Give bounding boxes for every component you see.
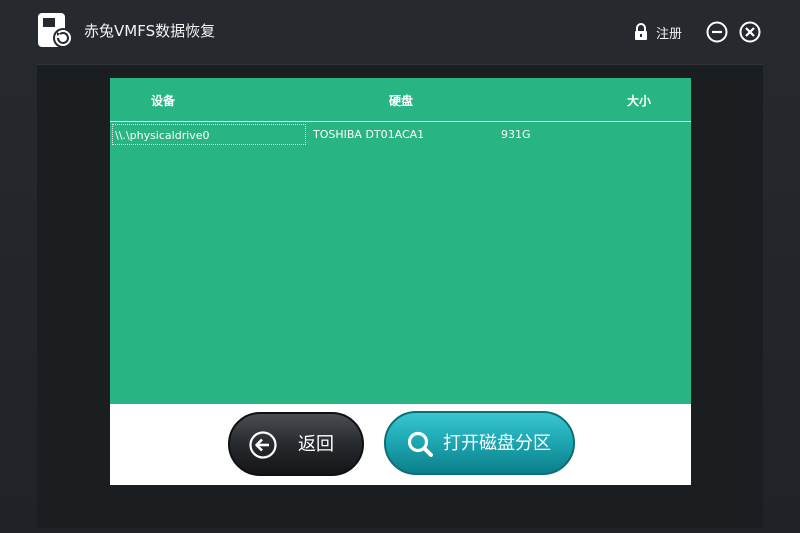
disk-restore-icon [38,13,73,48]
minimize-icon[interactable] [706,21,728,43]
register-button[interactable]: 注册 [634,20,682,44]
back-button[interactable]: 返回 [228,412,364,476]
cell-device: \\.\physicaldrive0 [112,124,306,145]
open-partition-label: 打开磁盘分区 [443,433,551,454]
table-header: 设备 硬盘 大小 [110,78,691,122]
close-icon[interactable] [739,21,761,43]
title-bar: 赤兔VMFS数据恢复 注册 [0,0,800,64]
app-window: 赤兔VMFS数据恢复 注册 设备 硬盘 大小 \\.\physicaldrive… [0,0,800,533]
disk-table: 设备 硬盘 大小 \\.\physicaldrive0 TOSHIBA DT01… [110,78,691,404]
back-button-label: 返回 [298,434,334,455]
open-partition-button[interactable]: 打开磁盘分区 [384,411,575,475]
cell-size: 931G [501,128,531,141]
search-icon [407,431,433,457]
cell-disk: TOSHIBA DT01ACA1 [313,128,425,141]
table-row[interactable]: \\.\physicaldrive0 TOSHIBA DT01ACA1 931G [110,123,691,147]
lock-icon [635,23,647,40]
column-header-disk[interactable]: 硬盘 [389,92,413,109]
register-label: 注册 [656,26,683,42]
app-title: 赤兔VMFS数据恢复 [84,22,216,40]
arrow-left-icon [249,431,277,459]
disk-selection-panel: 设备 硬盘 大小 \\.\physicaldrive0 TOSHIBA DT01… [110,78,691,485]
column-header-device[interactable]: 设备 [151,92,175,109]
column-header-size[interactable]: 大小 [627,92,651,109]
